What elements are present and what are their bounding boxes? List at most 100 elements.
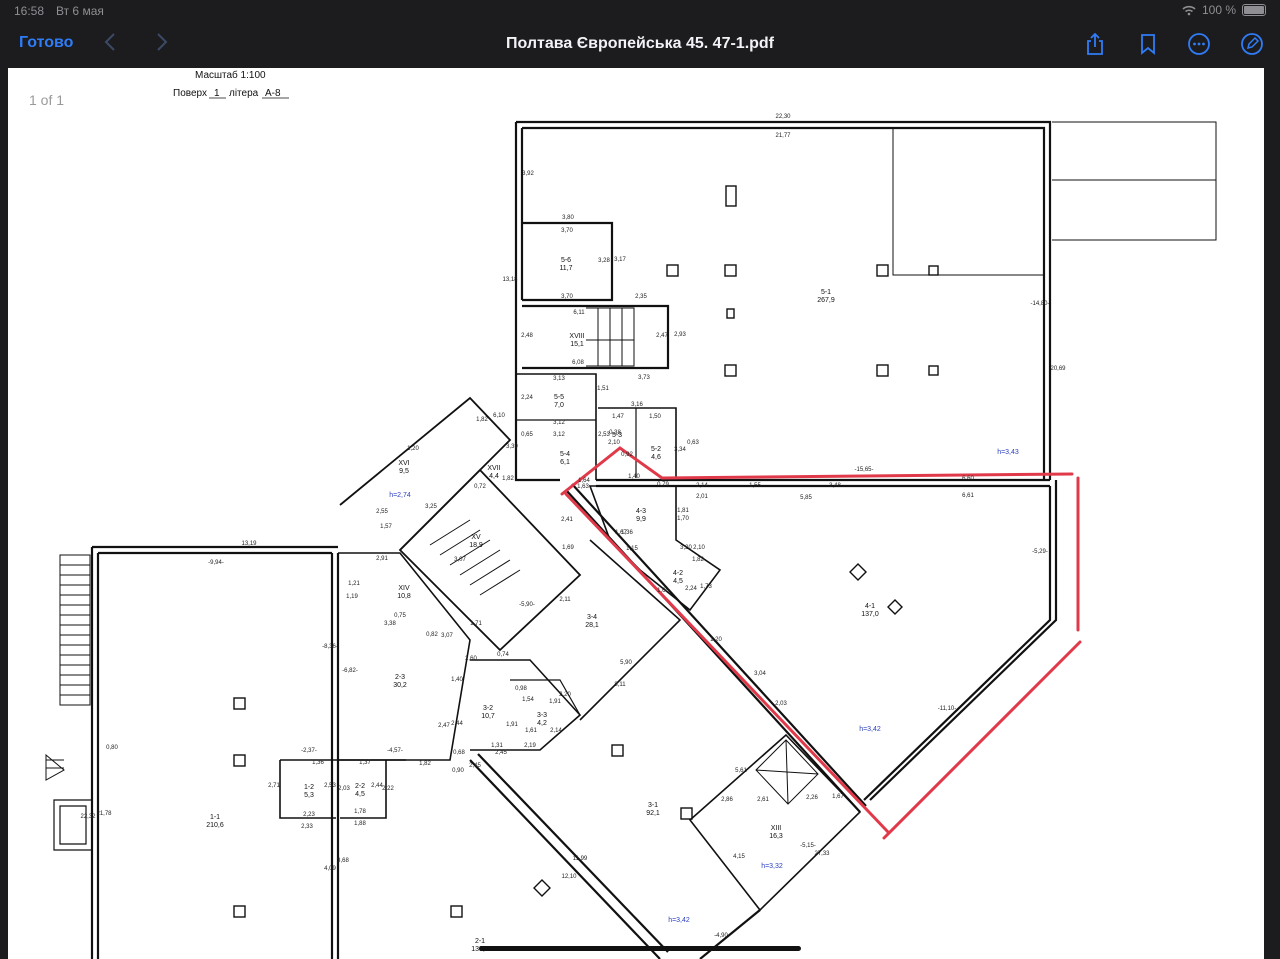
dimension-label: 2,55 [376, 509, 388, 515]
room-code: XVI [398, 460, 409, 467]
dimension-label: 0,68 [453, 750, 465, 756]
dimension-label: 0,98 [515, 686, 527, 692]
room-area: 4,5 [673, 578, 683, 585]
dimension-label: 1,50 [649, 414, 661, 420]
room-area: 9,9 [636, 516, 646, 523]
dimension-label: 3,07 [454, 557, 466, 563]
pdf-page[interactable]: Масштаб 1:100 Поверх 1 літера А-8 5-1 267… [8, 68, 1264, 959]
dimension-label: 1,67 [832, 794, 844, 800]
room-code: 3-2 [483, 705, 493, 712]
room-area: 6,1 [560, 459, 570, 466]
room-code: XIV [398, 585, 410, 592]
dimension-label: 3,13 [553, 376, 565, 382]
dimension-label: 2,03 [338, 786, 350, 792]
room-code: XV [471, 534, 481, 541]
dimension-label: 1,82 [476, 417, 488, 423]
share-button[interactable] [1083, 32, 1107, 56]
dimension-label: 1,61 [525, 728, 537, 734]
dimension-label: 3,34 [674, 447, 686, 453]
dimension-label: 2,35 [635, 294, 647, 300]
page-counter: 1 of 1 [29, 92, 65, 108]
dimension-label: 1,57 [380, 524, 392, 530]
dimension-label: 3,39 [506, 444, 518, 450]
dimension-label: 22,30 [775, 114, 791, 120]
dimension-label: -2,37- [301, 748, 317, 754]
dimension-label: 6,08 [572, 360, 584, 366]
room-code: XVIII [569, 333, 584, 340]
dimension-label: 2,48 [521, 333, 533, 339]
dimension-label: 21,77 [775, 133, 791, 139]
room-area: 92,1 [646, 810, 660, 817]
dimension-label: 13,19 [241, 541, 257, 547]
room-code: 5-4 [560, 451, 570, 458]
room-code: XIII [771, 825, 782, 832]
dimension-label: 1,55 [749, 483, 761, 489]
litera-label: літера [229, 88, 259, 99]
dimension-label: 2,47 [438, 723, 450, 729]
dimension-label: 2,14 [696, 483, 708, 489]
dimension-label: 20,69 [1050, 366, 1066, 372]
dimension-label: 2,20 [559, 692, 571, 698]
bookmark-button[interactable] [1136, 32, 1160, 56]
more-button[interactable] [1187, 32, 1211, 56]
dimension-label: 0,90 [452, 768, 464, 774]
dimension-label: 1,78 [354, 809, 366, 815]
dimension-label: 2,22 [382, 786, 394, 792]
dimension-label: 1,91 [506, 722, 518, 728]
toolbar: Готово Полтава Європейська 45. 47-1.pdf [0, 22, 1280, 68]
floor-value: 1 [214, 88, 220, 99]
dimension-label: 1,40 [628, 474, 640, 480]
floor-plan: Масштаб 1:100 Поверх 1 літера А-8 5-1267… [45, 69, 1217, 959]
dimension-label: 0,92 [621, 452, 633, 458]
dimension-label: 0,75 [394, 613, 406, 619]
dimension-label: 22,32 [80, 814, 96, 820]
dimension-label: 1,63 [577, 484, 589, 490]
dimension-label: 2,60 [465, 656, 477, 662]
room-code: 3-1 [648, 802, 658, 809]
dimension-label: 3,17 [614, 257, 626, 263]
dimension-label: 1,64 [578, 478, 590, 484]
dimension-label: -15,65- [854, 467, 873, 473]
share-icon [1087, 32, 1103, 55]
status-date: Вт 6 мая [56, 4, 104, 18]
room-code: 2-3 [395, 674, 405, 681]
status-right: 100 % [1182, 3, 1266, 17]
battery-icon [1242, 4, 1266, 16]
dimension-label: 1,71 [470, 621, 482, 627]
dimension-label: 0,79 [657, 482, 669, 488]
dimension-label: -5,15- [800, 843, 816, 849]
room-area: 4,2 [537, 720, 547, 727]
room-area: 11,7 [559, 265, 572, 272]
dimension-label: 1,37 [359, 760, 371, 766]
dimension-label: 3,28 [598, 258, 610, 264]
dimension-label: 11,99 [573, 856, 588, 862]
dimension-label: 2,10 [608, 440, 620, 446]
dimension-label: 1,15 [626, 546, 638, 552]
dimension-label: 0,80 [106, 745, 118, 751]
dimension-label: 5,90 [620, 660, 632, 666]
dimension-label: 1,73 [700, 584, 712, 590]
dimension-label: 1,36 [312, 760, 324, 766]
dimension-label: 2,10 [693, 545, 705, 551]
dimension-label: 13,18 [502, 277, 518, 283]
room-code: 5-1 [821, 289, 831, 296]
markup-button[interactable] [1240, 32, 1264, 56]
dimension-label: 1,70 [677, 516, 689, 522]
home-indicator[interactable] [479, 946, 801, 951]
dimension-label: 2,47 [656, 333, 668, 339]
dimension-label: 1,88 [354, 821, 366, 827]
room-code: 4-3 [636, 508, 646, 515]
room-code: 1-2 [304, 784, 314, 791]
dimension-label: -5,90- [519, 602, 535, 608]
room-area: 18,9 [469, 542, 483, 549]
ceiling-height: h=3,42 [859, 726, 881, 733]
dimension-label: 3,92 [522, 171, 534, 177]
dimension-label: 21,78 [96, 811, 112, 817]
dimension-label: 1,47 [612, 414, 624, 420]
dimension-label: -4,57- [387, 748, 403, 754]
dimension-label: 0,74 [497, 652, 509, 658]
dimension-label: 2,44 [451, 721, 463, 727]
dimension-label: 4,15 [733, 854, 745, 860]
dimension-label: 3,68 [337, 858, 349, 864]
dimension-label: 2,11 [559, 597, 571, 603]
